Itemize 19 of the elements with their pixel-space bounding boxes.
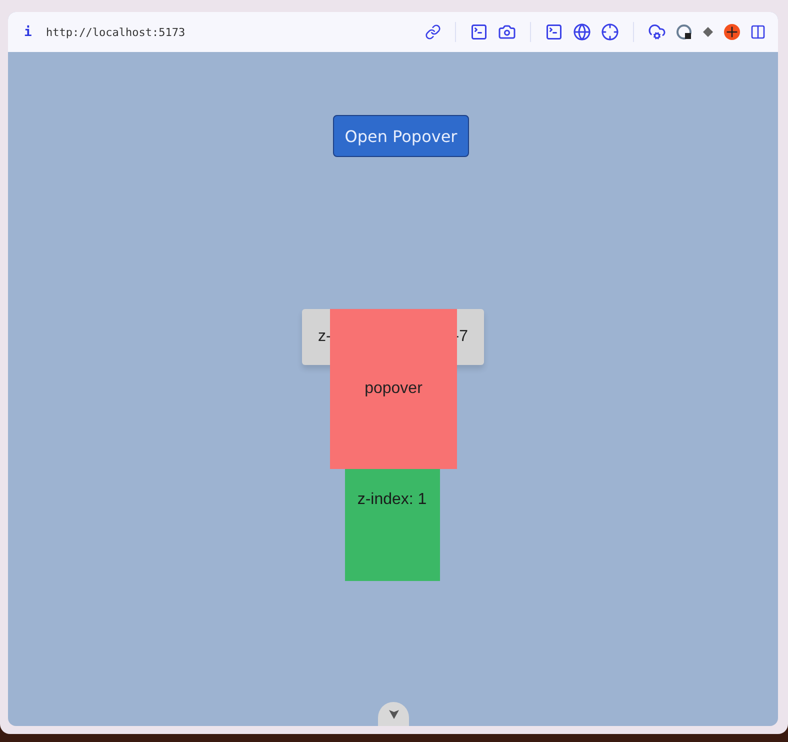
screen-icon[interactable] (470, 23, 488, 41)
diamond-icon[interactable] (702, 26, 714, 38)
globe-icon[interactable] (573, 23, 591, 41)
z-index-text: z- (318, 328, 332, 346)
cloud-icon[interactable] (648, 23, 666, 41)
devtools-toggle[interactable] (378, 702, 409, 726)
gauge-icon[interactable] (676, 24, 692, 40)
crosshair-icon[interactable] (601, 23, 619, 41)
chevron-down-icon (388, 708, 400, 720)
camera-icon[interactable] (498, 23, 516, 41)
open-popover-button[interactable]: Open Popover (333, 115, 469, 157)
plus-icon[interactable] (724, 24, 740, 40)
sidebar-icon[interactable] (750, 24, 766, 40)
url-text[interactable]: http://localhost:5173 (46, 26, 415, 38)
z-index-box: z-index: 1 (344, 469, 440, 581)
popover: popover (330, 309, 457, 469)
terminal-icon[interactable] (545, 23, 563, 41)
link-icon[interactable] (425, 24, 441, 40)
info-icon[interactable]: i (24, 24, 36, 40)
